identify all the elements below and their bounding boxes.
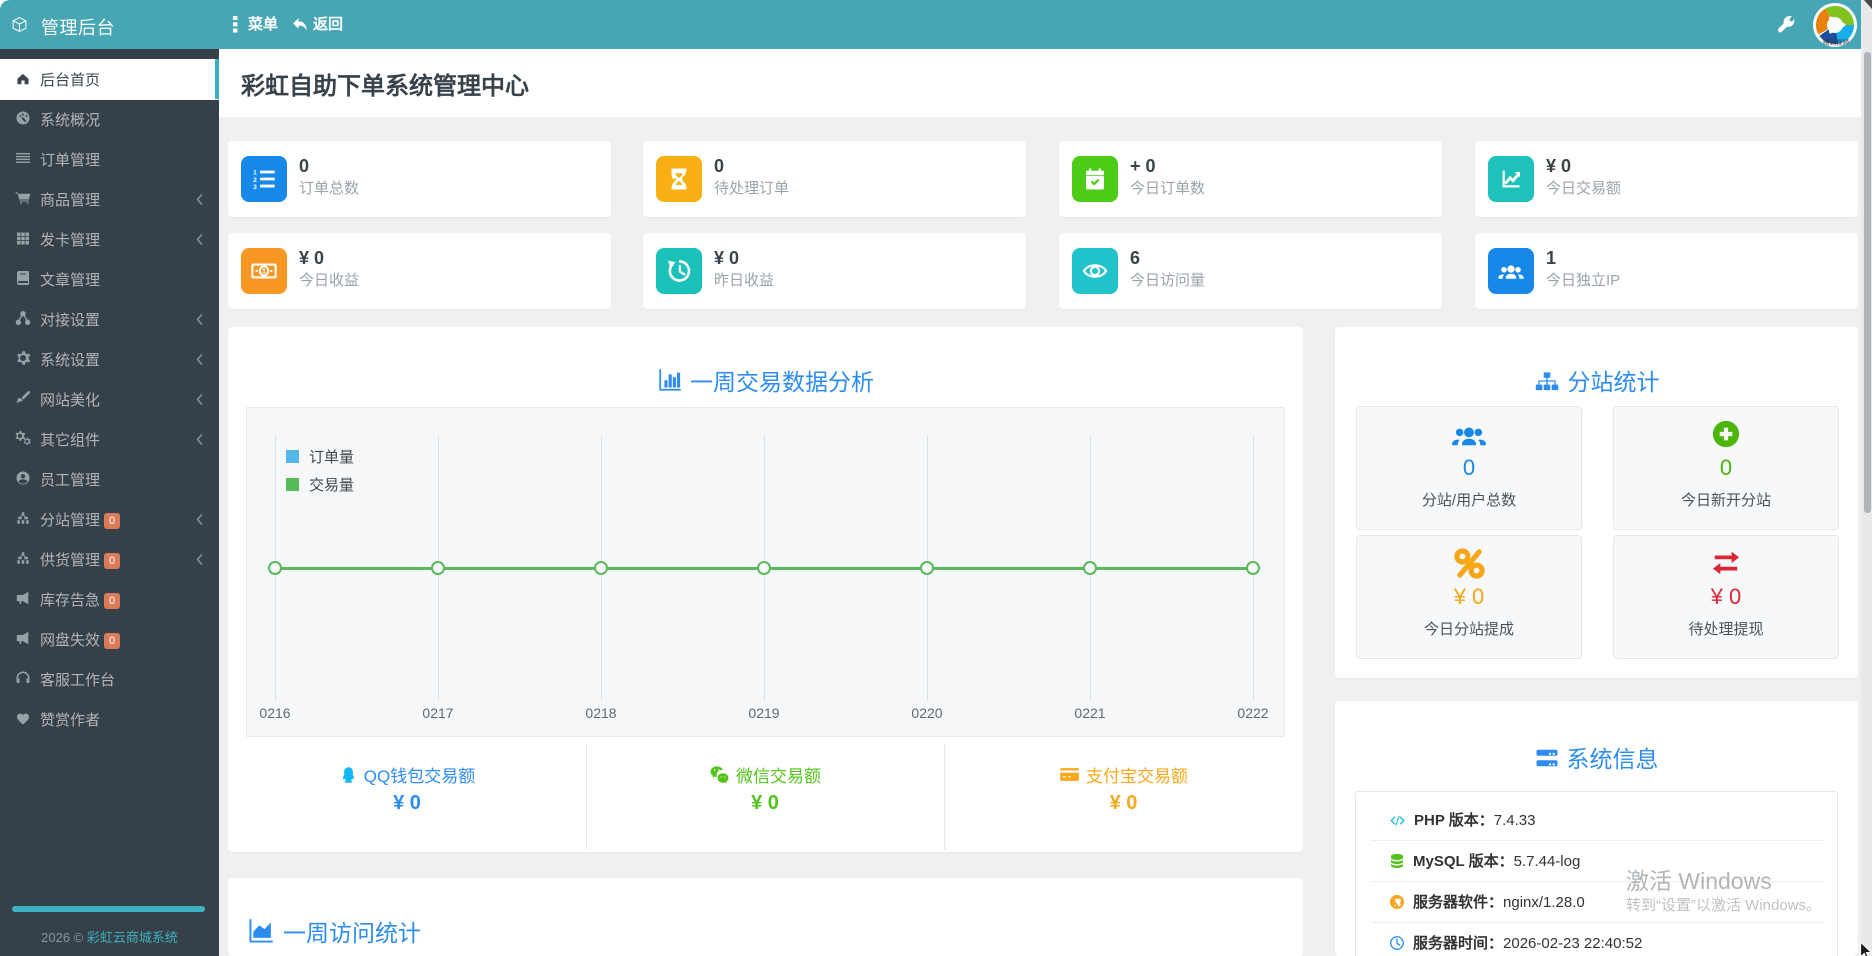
- svg-text:2: 2: [253, 177, 257, 184]
- svg-text:腾讯视频: 腾讯视频: [1823, 38, 1850, 47]
- svg-text:1: 1: [262, 269, 266, 276]
- svg-text:3: 3: [253, 184, 257, 191]
- svg-text:1: 1: [253, 170, 257, 177]
